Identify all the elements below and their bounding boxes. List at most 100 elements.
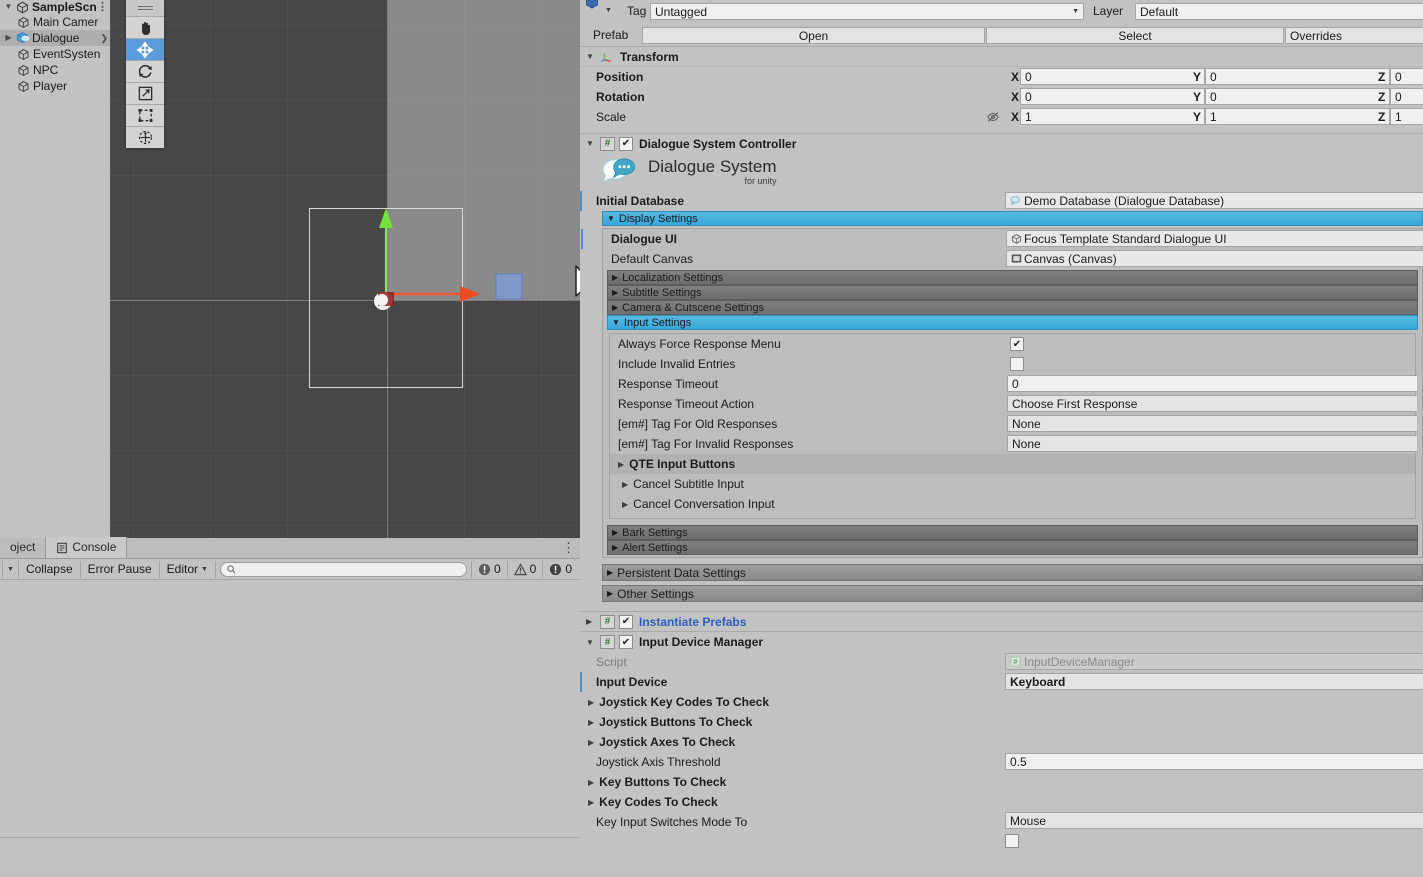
transform-tool-button[interactable] xyxy=(126,126,164,148)
chevron-right-icon[interactable]: ▶ xyxy=(586,617,600,626)
console-panel[interactable]: oject Console ⋮ ▼ Collapse Error Pause E… xyxy=(0,537,580,877)
input-settings-group[interactable]: ▼ Input Settings xyxy=(607,315,1418,330)
initial-database-field[interactable]: Demo Database (Dialogue Database) xyxy=(1005,192,1423,209)
key-buttons-foldout[interactable]: ▶ Key Buttons To Check xyxy=(580,772,1423,792)
rotation-x-field[interactable]: 0 xyxy=(1020,88,1205,105)
property-value: None xyxy=(1012,436,1041,451)
key-codes-foldout[interactable]: ▶ Key Codes To Check xyxy=(580,792,1423,812)
clipped-checkbox[interactable]: ✔ xyxy=(1005,834,1019,848)
chevron-right-icon[interactable]: ▶ xyxy=(2,30,15,46)
hierarchy-item-dialogue[interactable]: ▶ Dialogue ❯ xyxy=(0,30,110,46)
display-settings-group-header[interactable]: ▼ Display Settings xyxy=(602,211,1423,226)
tab-console[interactable]: Console xyxy=(45,537,128,558)
rotation-y-field[interactable]: 0 xyxy=(1205,88,1390,105)
key-input-switches-mode-dropdown[interactable]: Mouse xyxy=(1005,812,1423,829)
scale-y-field[interactable]: 1 xyxy=(1205,108,1390,125)
response-timeout-action-row: Response Timeout Action Choose First Res… xyxy=(610,394,1417,414)
dialogue-ui-field[interactable]: Focus Template Standard Dialogue UI xyxy=(1006,230,1423,247)
move-tool-button[interactable] xyxy=(126,38,164,60)
dialogue-ui-value: Focus Template Standard Dialogue UI xyxy=(1024,231,1227,246)
qte-input-buttons-foldout[interactable]: ▶ QTE Input Buttons xyxy=(610,454,1415,474)
input-device-manager-header[interactable]: ▼ # ✔ Input Device Manager xyxy=(580,631,1423,652)
constrain-proportions-icon[interactable] xyxy=(986,110,1000,124)
camera-cutscene-settings-group[interactable]: ▶ Camera & Cutscene Settings xyxy=(607,300,1418,315)
collapse-button[interactable]: Collapse xyxy=(18,560,81,578)
bark-settings-group[interactable]: ▶ Bark Settings xyxy=(607,525,1418,540)
default-canvas-field[interactable]: Canvas (Canvas) xyxy=(1006,250,1423,267)
dsc-component-header[interactable]: ▼ # ✔ Dialogue System Controller xyxy=(580,133,1423,153)
position-z-field[interactable]: 0 xyxy=(1390,68,1423,85)
scene-view[interactable] xyxy=(110,0,580,538)
other-settings-header[interactable]: ▶ Other Settings xyxy=(602,585,1423,602)
localization-settings-group[interactable]: ▶ Localization Settings xyxy=(607,270,1418,285)
prefab-open-button[interactable]: Open xyxy=(642,27,985,44)
hierarchy-item-player[interactable]: Player xyxy=(0,78,110,94)
input-device-dropdown[interactable]: Keyboard xyxy=(1005,673,1423,690)
toolbar-drag-handle[interactable] xyxy=(126,0,164,16)
hierarchy-item-main-camera[interactable]: Main Camer xyxy=(0,14,110,30)
hierarchy-item-eventsystem[interactable]: EventSysten xyxy=(0,46,110,62)
cancel-subtitle-input-foldout[interactable]: ▶ Cancel Subtitle Input xyxy=(610,474,1415,494)
console-tab-bar[interactable]: oject Console ⋮ xyxy=(0,537,580,559)
position-y-field[interactable]: 0 xyxy=(1205,68,1390,85)
cancel-conversation-input-foldout[interactable]: ▶ Cancel Conversation Input xyxy=(610,494,1415,514)
kebab-icon[interactable]: ⋮ xyxy=(97,0,108,14)
scene-tools-toolbar[interactable] xyxy=(126,0,164,148)
clear-dropdown-button[interactable]: ▼ xyxy=(2,560,19,578)
position-x-field[interactable]: 0 xyxy=(1020,68,1205,85)
prefab-select-button[interactable]: Select xyxy=(986,27,1284,44)
rotation-z-field[interactable]: 0 xyxy=(1390,88,1423,105)
chevron-down-icon[interactable]: ▼ xyxy=(586,139,600,148)
alert-settings-group[interactable]: ▶ Alert Settings xyxy=(607,540,1418,555)
persistent-data-settings-header[interactable]: ▶ Persistent Data Settings xyxy=(602,564,1423,581)
layer-value: Default xyxy=(1140,4,1179,19)
console-icon xyxy=(56,542,68,554)
warning-count[interactable]: 0 xyxy=(506,560,543,578)
console-toolbar[interactable]: ▼ Collapse Error Pause Editor ▼ 0 0 0 xyxy=(0,559,580,580)
always-force-response-menu-checkbox[interactable]: ✔ xyxy=(1010,337,1024,351)
hierarchy-item-npc[interactable]: NPC xyxy=(0,62,110,78)
inspector-panel[interactable]: ▼ Tag Untagged ▼ Layer Default Prefab Op… xyxy=(580,0,1423,877)
joystick-axes-foldout[interactable]: ▶ Joystick Axes To Check xyxy=(580,732,1423,752)
instantiate-prefabs-enabled-checkbox[interactable]: ✔ xyxy=(619,614,633,629)
hierarchy-scene-row[interactable]: ▼ SampleScn ⋮ xyxy=(0,0,110,14)
console-message-list[interactable] xyxy=(0,580,580,838)
transform-component-header[interactable]: ▼ Transform xyxy=(580,46,1423,67)
rect-tool-button[interactable] xyxy=(126,104,164,126)
transform-scale-row: Scale X 1 Y 1 Z 1 xyxy=(580,107,1423,127)
chevron-down-icon[interactable]: ▼ xyxy=(586,638,600,647)
chevron-down-icon[interactable]: ▼ xyxy=(605,7,612,14)
canvas-icon xyxy=(1011,253,1022,264)
tag-for-invalid-responses-dropdown[interactable]: None xyxy=(1007,435,1417,452)
joystick-axis-threshold-field[interactable]: 0.5 xyxy=(1005,753,1423,770)
rotate-tool-button[interactable] xyxy=(126,60,164,82)
chevron-down-icon[interactable]: ▼ xyxy=(586,52,600,61)
input-device-manager-enabled-checkbox[interactable]: ✔ xyxy=(619,635,633,649)
tag-dropdown[interactable]: Untagged ▼ xyxy=(650,3,1084,20)
chevron-right-icon[interactable]: ❯ xyxy=(100,30,108,46)
hierarchy-panel[interactable]: ▼ SampleScn ⋮ Main Camer ▶ Dialogue ❯ Ev… xyxy=(0,0,110,538)
kebab-icon[interactable]: ⋮ xyxy=(562,540,575,556)
editor-dropdown-button[interactable]: Editor ▼ xyxy=(159,560,216,578)
instantiate-prefabs-header[interactable]: ▶ # ✔ Instantiate Prefabs xyxy=(580,611,1423,631)
scale-tool-button[interactable] xyxy=(126,82,164,104)
subtitle-settings-group[interactable]: ▶ Subtitle Settings xyxy=(607,285,1418,300)
error-pause-button[interactable]: Error Pause xyxy=(80,560,160,578)
response-timeout-action-dropdown[interactable]: Choose First Response xyxy=(1007,395,1417,412)
dsc-enabled-checkbox[interactable]: ✔ xyxy=(619,136,633,151)
scale-z-field[interactable]: 1 xyxy=(1390,108,1423,125)
joystick-key-codes-foldout[interactable]: ▶ Joystick Key Codes To Check xyxy=(580,692,1423,712)
response-timeout-field[interactable]: 0 xyxy=(1007,375,1417,392)
search-input[interactable] xyxy=(219,561,467,577)
include-invalid-entries-checkbox[interactable]: ✔ xyxy=(1010,357,1024,371)
joystick-buttons-foldout[interactable]: ▶ Joystick Buttons To Check xyxy=(580,712,1423,732)
scale-x-field[interactable]: 1 xyxy=(1020,108,1205,125)
layer-dropdown[interactable]: Default xyxy=(1135,3,1423,20)
tab-project[interactable]: oject xyxy=(0,537,45,558)
prefab-overrides-button[interactable]: Overrides xyxy=(1285,27,1423,44)
chevron-down-icon[interactable]: ▼ xyxy=(2,0,15,14)
log-count[interactable]: 0 xyxy=(470,560,507,578)
error-count[interactable]: 0 xyxy=(542,560,578,578)
tag-for-old-responses-dropdown[interactable]: None xyxy=(1007,415,1417,432)
hand-tool-button[interactable] xyxy=(126,16,164,38)
